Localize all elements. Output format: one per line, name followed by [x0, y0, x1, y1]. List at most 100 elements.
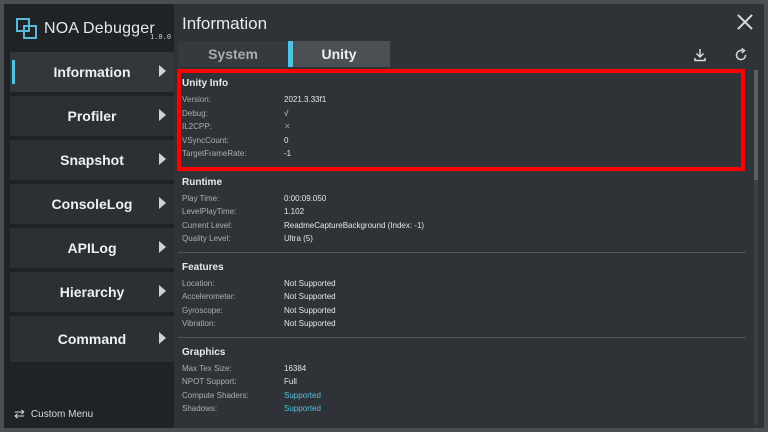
sidebar: NOA Debugger 1.0.0 Information Profiler …: [4, 4, 174, 428]
info-value: Full: [284, 377, 297, 386]
info-key: Play Time:: [182, 193, 220, 203]
sidebar-item-label: Information: [53, 64, 131, 80]
info-row: Debug: √: [182, 107, 752, 121]
info-key: Debug:: [182, 108, 208, 118]
tab-bar: System Unity: [178, 41, 752, 67]
active-tab-indicator: [288, 41, 293, 67]
info-row: Quality Level: Ultra (5): [182, 232, 752, 246]
sidebar-item-hierarchy[interactable]: Hierarchy: [10, 272, 174, 312]
info-row: Current Level: ReadmeCaptureBackground (I…: [182, 219, 752, 233]
chevron-right-icon: [159, 285, 166, 297]
info-value: Not Supported: [284, 319, 336, 328]
sidebar-item-command[interactable]: Command: [10, 316, 174, 362]
info-value: Not Supported: [284, 278, 336, 288]
info-row: Max Tex Size: 16384: [182, 362, 752, 376]
chevron-right-icon: [159, 332, 166, 344]
info-value: Not Supported: [284, 292, 336, 301]
info-row: IL2CPP: ✕: [182, 120, 752, 134]
sidebar-nav: Information Profiler Snapshot ConsoleLog…: [10, 52, 174, 366]
scrollbar[interactable]: [754, 70, 758, 425]
info-row: Play Time: 0:00:09.050: [182, 192, 752, 206]
info-key: Quality Level:: [182, 234, 231, 243]
info-key: LevelPlayTime:: [182, 207, 237, 216]
sidebar-item-consolelog[interactable]: ConsoleLog: [10, 184, 174, 224]
info-key: Current Level:: [182, 220, 233, 230]
page-title: Information: [182, 14, 268, 33]
info-value: Supported: [284, 404, 321, 413]
sidebar-item-snapshot[interactable]: Snapshot: [10, 140, 174, 180]
sidebar-item-label: Command: [57, 331, 127, 347]
info-key: NPOT Support:: [182, 377, 237, 386]
info-row: Accelerometer: Not Supported: [182, 290, 752, 304]
info-key: VSyncCount:: [182, 135, 229, 145]
section-title: Features: [182, 261, 224, 273]
tab-label: Unity: [321, 46, 357, 62]
section-title: Runtime: [182, 176, 222, 188]
info-value: Not Supported: [284, 305, 336, 315]
info-row: Location: Not Supported: [182, 277, 752, 291]
tab-label: System: [208, 46, 258, 62]
custom-menu-button[interactable]: ⇄ Custom Menu: [14, 406, 93, 422]
info-row: Vibration: Not Supported: [182, 317, 752, 331]
info-value: -1: [284, 149, 292, 158]
sidebar-item-profiler[interactable]: Profiler: [10, 96, 174, 136]
sidebar-item-label: Profiler: [67, 108, 117, 124]
refresh-icon[interactable]: [733, 47, 749, 63]
sidebar-item-label: Hierarchy: [59, 284, 125, 300]
info-row: Shadows: Supported: [182, 402, 752, 416]
app-version: 1.0.0: [150, 33, 172, 41]
info-key: Compute Shaders:: [182, 390, 249, 400]
download-icon[interactable]: [692, 47, 708, 63]
brand: NOA Debugger: [16, 16, 155, 42]
scrollbar-thumb[interactable]: [754, 70, 758, 180]
sidebar-item-label: APILog: [67, 240, 117, 256]
info-value: Ultra (5): [284, 234, 313, 243]
info-key: Gyroscope:: [182, 305, 223, 315]
info-value: 2021.3.33f1: [284, 95, 327, 104]
tab-unity[interactable]: Unity: [288, 41, 390, 67]
section-runtime: Runtime Play Time: 0:00:09.050 LevelPlayT…: [178, 174, 752, 246]
sidebar-item-label: Snapshot: [60, 152, 124, 168]
info-value: 1.102: [284, 207, 305, 216]
info-content: Unity Info Version: 2021.3.33f1 Debug: √ I…: [178, 68, 752, 428]
info-row: VSyncCount: 0: [182, 134, 752, 148]
info-row: LevelPlayTime: 1.102: [182, 205, 752, 219]
info-key: Max Tex Size:: [182, 363, 232, 373]
info-key: Shadows:: [182, 404, 218, 413]
info-value: 16384: [284, 363, 307, 373]
info-value: ReadmeCaptureBackground (Index: -1): [284, 220, 425, 230]
section-unity-info: Unity Info Version: 2021.3.33f1 Debug: √ I…: [178, 68, 752, 161]
active-indicator: [12, 60, 15, 84]
section-graphics: Graphics Max Tex Size: 16384 NPOT Support…: [178, 344, 752, 416]
sidebar-item-apilog[interactable]: APILog: [10, 228, 174, 268]
info-key: Vibration:: [182, 319, 216, 328]
chevron-right-icon: [159, 109, 166, 121]
swap-arrows-icon: ⇄: [14, 406, 25, 421]
app-name: NOA Debugger: [44, 20, 155, 37]
info-key: Location:: [182, 278, 215, 288]
chevron-right-icon: [159, 241, 166, 253]
chevron-right-icon: [159, 197, 166, 209]
info-row: Compute Shaders: Supported: [182, 389, 752, 403]
section-title: Graphics: [182, 346, 226, 358]
section-features: Features Location: Not Supported Accelero…: [178, 259, 752, 331]
chevron-right-icon: [159, 65, 166, 77]
info-row: NPOT Support: Full: [182, 375, 752, 389]
sidebar-item-label: ConsoleLog: [51, 196, 133, 212]
tab-system[interactable]: System: [178, 41, 288, 67]
info-row: Gyroscope: Not Supported: [182, 304, 752, 318]
custom-menu-label: Custom Menu: [30, 408, 94, 420]
info-key: IL2CPP:: [182, 122, 212, 131]
info-row: TargetFrameRate: -1: [182, 147, 752, 161]
noa-logo-icon: [16, 18, 38, 40]
sidebar-item-information[interactable]: Information: [10, 52, 174, 92]
info-key: Accelerometer:: [182, 292, 236, 301]
chevron-right-icon: [159, 153, 166, 165]
check-icon: √: [284, 108, 289, 118]
close-icon[interactable]: [736, 13, 754, 31]
cross-icon: ✕: [284, 122, 291, 131]
section-title: Unity Info: [182, 78, 229, 89]
info-value: 0: [284, 135, 289, 145]
info-key: Version:: [182, 95, 211, 104]
info-value: Supported: [284, 390, 321, 400]
